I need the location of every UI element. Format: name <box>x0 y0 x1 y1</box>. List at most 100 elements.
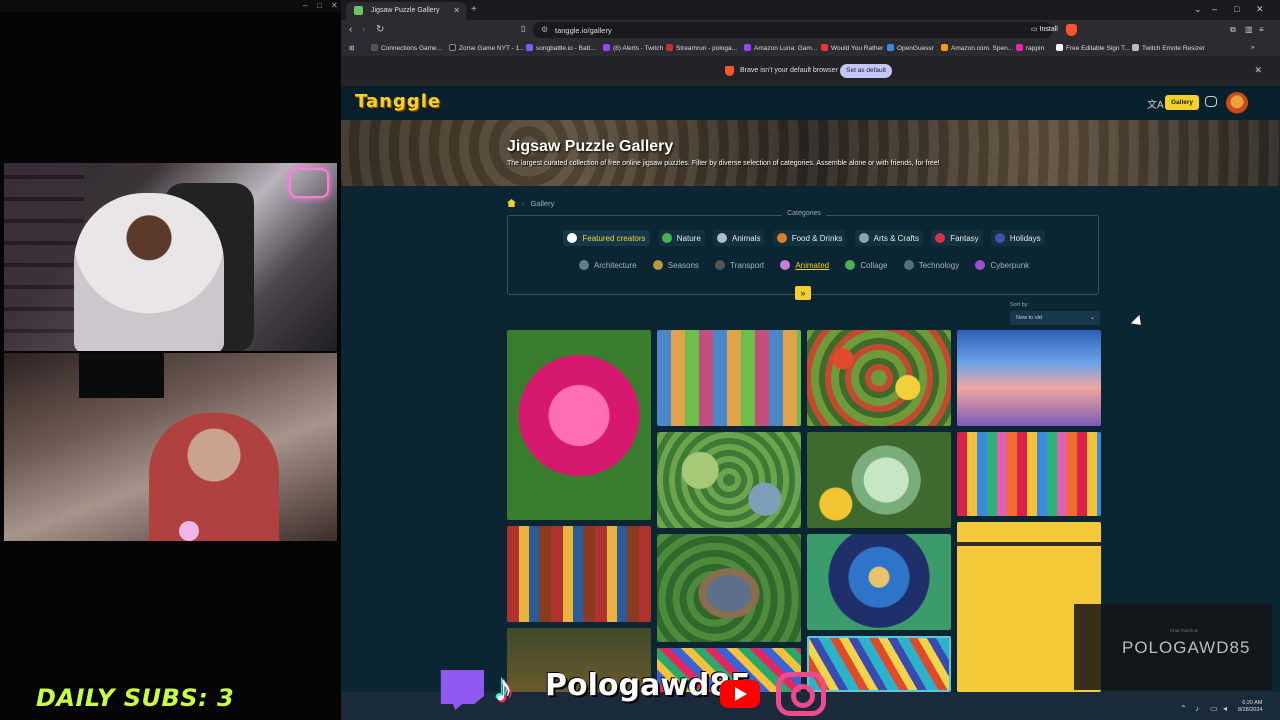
bookmark-item[interactable]: Amazon.com. Spen... <box>941 44 1013 52</box>
puzzle-tile-scarves[interactable] <box>957 432 1101 516</box>
category-arts-crafts[interactable]: Arts & Crafts <box>854 230 923 246</box>
category-nature[interactable]: Nature <box>657 230 705 246</box>
clock-date: 8/28/2024 <box>1238 707 1263 713</box>
bookmark-item[interactable]: rappin <box>1016 44 1044 52</box>
set-as-default-button[interactable]: Set as default <box>840 64 892 78</box>
bookmark-item[interactable]: OpenGuessr <box>887 44 934 52</box>
gallery-nav-button[interactable]: Gallery <box>1165 95 1199 110</box>
taskbar-clock[interactable]: 6:20 AM 8/28/2024 <box>1238 700 1262 714</box>
categories-row-1: Featured creators Nature Animals Food & … <box>508 230 1100 246</box>
tab-close-icon[interactable]: ✕ <box>453 6 460 15</box>
category-animals[interactable]: Animals <box>713 230 765 246</box>
bookmark-item[interactable]: Twitch Emote Resizer <box>1132 44 1205 52</box>
category-featured-creators[interactable]: Featured creators <box>563 230 650 246</box>
browser-window: Jigsaw Puzzle Gallery ✕ + ⌄ – □ ✕ ‹ › ↻ … <box>341 0 1280 692</box>
category-transport[interactable]: Transport <box>711 257 768 273</box>
puzzle-tile-sky[interactable] <box>957 330 1101 426</box>
tray-chevron-icon[interactable]: ⌃ <box>1180 704 1187 713</box>
bookmark-item[interactable]: Streamrun - pologa... <box>666 44 737 52</box>
category-holidays[interactable]: Holidays <box>990 230 1045 246</box>
bookmark-item[interactable]: Amazon Luna: Gam... <box>744 44 817 52</box>
infobar-close-icon[interactable]: ✕ <box>1254 65 1262 76</box>
network-icon[interactable]: ▭ <box>1210 704 1218 713</box>
bookmarks-overflow-icon[interactable]: » <box>1251 44 1255 51</box>
user-avatar[interactable] <box>1226 92 1248 114</box>
puzzle-tile-carnival[interactable] <box>807 534 951 630</box>
instagram-icon <box>776 672 826 716</box>
puzzle-grid <box>507 330 1101 692</box>
new-tab-icon[interactable]: + <box>471 4 477 15</box>
category-seasons[interactable]: Seasons <box>649 257 703 273</box>
home-icon[interactable] <box>507 199 516 207</box>
close-icon[interactable]: ✕ <box>1256 4 1264 15</box>
puzzle-tile-succulent-closeup[interactable] <box>807 432 951 528</box>
puzzle-tile-green-succulents[interactable] <box>657 432 801 528</box>
volume-icon[interactable]: ◂ <box>1223 704 1227 713</box>
bookmark-item[interactable]: (8) Alerts - Twitch <box>603 44 663 52</box>
sidebar-icon[interactable]: ▥ <box>1245 25 1253 34</box>
puzzle-tile-garden-house[interactable] <box>657 534 801 642</box>
address-bar[interactable]: ⚙ tanggle.io/gallery <box>533 22 1053 38</box>
minimize-icon[interactable]: – <box>303 1 307 10</box>
puzzle-tile-mosaic[interactable] <box>807 636 951 692</box>
bookmark-item[interactable]: songbattle.io - Batt... <box>526 44 596 52</box>
infobar-message: Brave isn't your default browser <box>740 67 838 74</box>
bookmark-icon[interactable]: ▯ <box>521 24 525 33</box>
puzzle-tile-textile-market[interactable] <box>507 526 651 622</box>
menu-icon[interactable]: ≡ <box>1259 25 1264 34</box>
category-animated[interactable]: Animated <box>776 257 833 273</box>
install-button[interactable]: ▭ Install <box>1031 25 1058 33</box>
breadcrumb: › Gallery <box>507 199 554 208</box>
breadcrumb-gallery[interactable]: Gallery <box>531 199 555 208</box>
category-architecture[interactable]: Architecture <box>575 257 641 273</box>
extensions-icon[interactable]: ⧉ <box>1230 25 1236 35</box>
category-cyberpunk[interactable]: Cyberpunk <box>971 257 1033 273</box>
chevron-down-icon: ⌄ <box>1089 315 1095 321</box>
web-page: Tanggle 文A Gallery Jigsaw Puzzle Gallery… <box>341 86 1280 692</box>
brave-logo-icon <box>725 66 734 76</box>
youtube-icon <box>720 680 760 708</box>
microphone-icon <box>179 521 199 541</box>
stream-overlay-panel: – □ ✕ DAILY SUBS: 3 <box>0 0 341 720</box>
page-subtitle: The largest curated collection of free o… <box>507 160 940 167</box>
minimize-icon[interactable]: – <box>1212 4 1217 14</box>
forward-icon[interactable]: › <box>362 24 365 35</box>
categories-row-2: Architecture Seasons Transport Animated … <box>508 257 1100 273</box>
bookmark-item[interactable]: Free Editable Sign T... <box>1056 44 1130 52</box>
watermark-text: POLOGAWD85 <box>1122 638 1251 657</box>
watermark-caption: Chat Twitch.tv <box>1170 628 1199 633</box>
screen: – □ ✕ DAILY SUBS: 3 Jigsaw Puzzle Galler… <box>0 0 1280 720</box>
puzzle-tile-succulents[interactable] <box>807 330 951 426</box>
tab-jigsaw-gallery[interactable]: Jigsaw Puzzle Gallery ✕ <box>346 2 466 20</box>
puzzle-tile-pink-lily[interactable] <box>507 330 651 520</box>
reload-icon[interactable]: ↻ <box>376 24 384 35</box>
close-icon[interactable]: ✕ <box>331 1 338 10</box>
back-icon[interactable]: ‹ <box>349 24 352 35</box>
maximize-icon[interactable]: □ <box>317 1 322 10</box>
clock-time: 6:20 AM <box>1242 700 1263 706</box>
microphone-tray-icon[interactable]: ♪ <box>1195 704 1199 713</box>
translate-icon[interactable]: 文A <box>1147 96 1164 111</box>
discord-icon[interactable] <box>1205 96 1217 107</box>
category-fantasy[interactable]: Fantasy <box>931 230 983 246</box>
chevron-double-down-icon[interactable]: » <box>795 286 811 300</box>
puzzle-tile-potted-plants[interactable] <box>657 330 801 426</box>
stream-watermark: Chat Twitch.tv POLOGAWD85 <box>1074 604 1272 690</box>
tanggle-logo[interactable]: Tanggle <box>355 91 441 112</box>
apps-grid-icon[interactable]: ⊞ <box>349 44 354 52</box>
category-technology[interactable]: Technology <box>900 257 963 273</box>
categories-panel: Categories Featured creators Nature Anim… <box>507 210 1100 295</box>
site-info-icon[interactable]: ⚙ <box>541 25 548 34</box>
sort-value: New to old <box>1016 315 1042 321</box>
brave-shields-icon[interactable] <box>1066 24 1077 36</box>
browser-toolbar: ‹ › ↻ ▯ ⚙ tanggle.io/gallery ▭ Install ⧉… <box>341 20 1280 40</box>
tab-list-chevron-icon[interactable]: ⌄ <box>1194 4 1202 15</box>
category-food-drinks[interactable]: Food & Drinks <box>772 230 847 246</box>
category-collage[interactable]: Collage <box>841 257 891 273</box>
sort-select[interactable]: New to old ⌄ <box>1010 311 1100 325</box>
bookmark-item[interactable]: Connections Game... <box>371 44 442 52</box>
maximize-icon[interactable]: □ <box>1234 4 1239 14</box>
tab-bar: Jigsaw Puzzle Gallery ✕ + ⌄ – □ ✕ <box>341 0 1280 20</box>
bookmark-item[interactable]: Zorse Game NYT - 1... <box>449 44 525 52</box>
bookmark-item[interactable]: Would You Rather <box>821 44 883 52</box>
